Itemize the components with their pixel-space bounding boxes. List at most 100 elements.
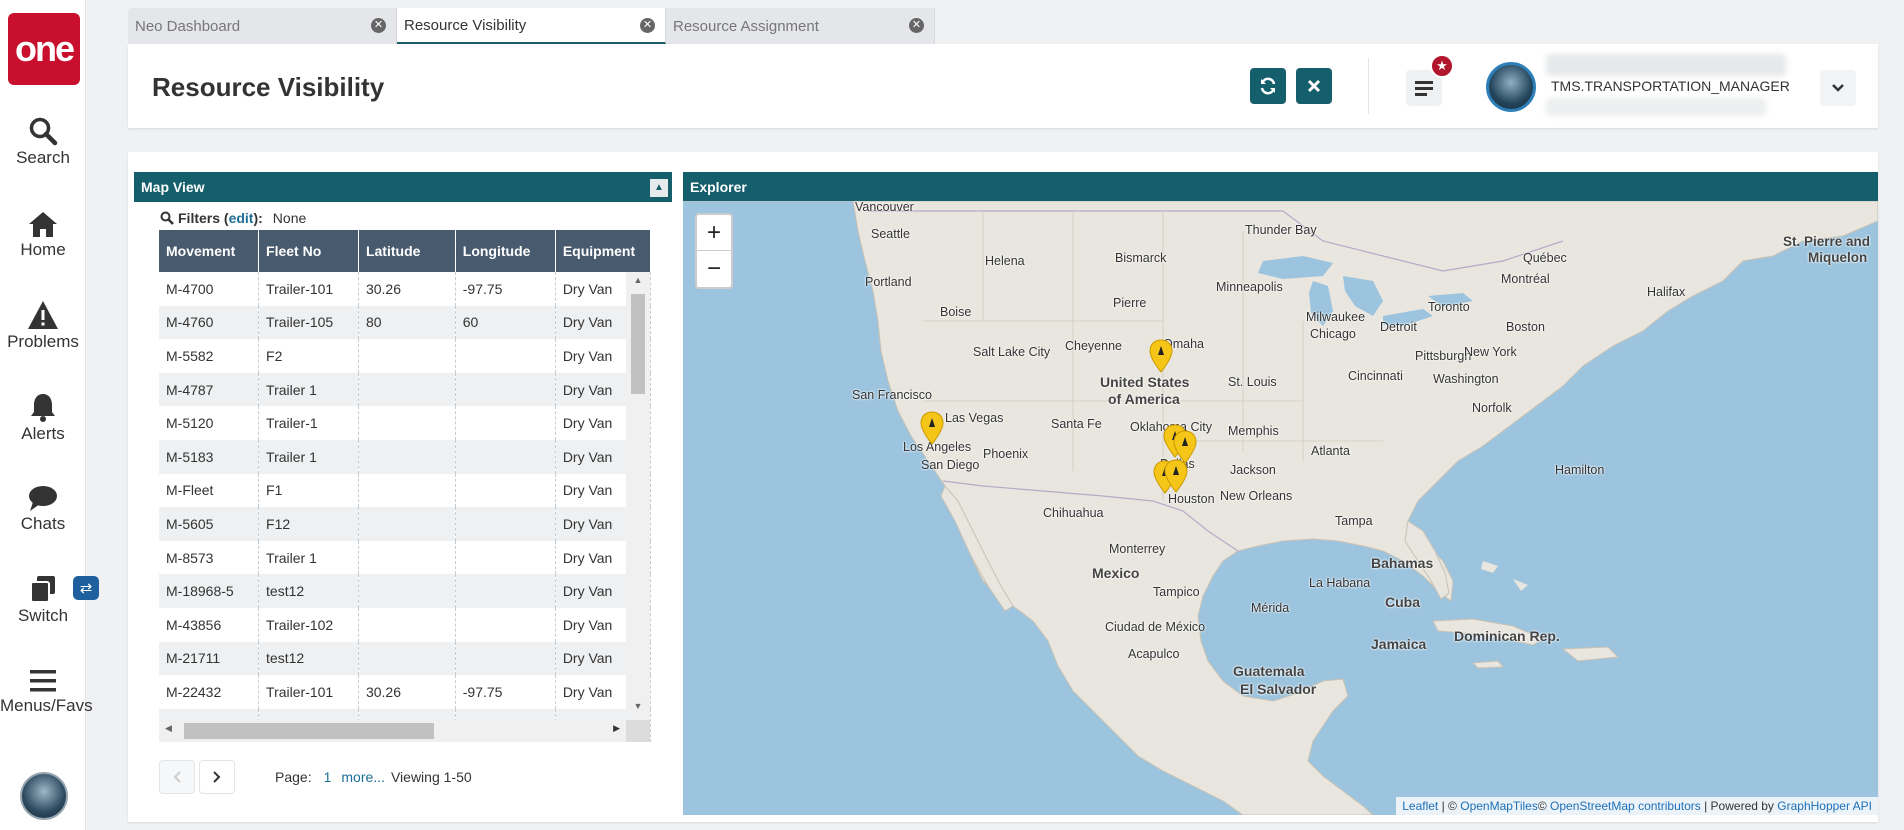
grid-horizontal-scrollbar[interactable]: ◀ ▶ — [159, 720, 626, 742]
nav-home[interactable]: Home — [0, 210, 86, 260]
osm-link[interactable]: OpenStreetMap contributors — [1550, 799, 1701, 813]
table-row[interactable]: M-5605 F12 Dry Van — [159, 507, 651, 541]
map-label: Montréal — [1501, 272, 1550, 286]
map-label: New York — [1464, 345, 1517, 359]
table-row[interactable]: M-4700 Trailer-101 30.26 -97.75 Dry Van — [159, 272, 651, 306]
zoom-out-button[interactable]: − — [697, 251, 731, 287]
column-header[interactable]: Fleet No — [258, 230, 359, 272]
more-pages-link[interactable]: more... — [341, 769, 385, 785]
zoom-in-button[interactable]: + — [697, 215, 731, 251]
map-label: Memphis — [1228, 424, 1279, 438]
nav-search[interactable]: Search — [0, 116, 86, 168]
map-label: Washington — [1433, 372, 1499, 386]
column-header[interactable]: Latitude — [358, 230, 456, 272]
graphhopper-link[interactable]: GraphHopper API — [1777, 799, 1872, 813]
filters-edit-link[interactable]: edit — [229, 210, 254, 226]
page-label: Page: — [275, 769, 312, 785]
next-page-button[interactable] — [199, 760, 235, 794]
map-label: Miquelon — [1808, 250, 1868, 265]
map-label: Cincinnati — [1348, 369, 1403, 383]
user-role: TMS.TRANSPORTATION_MANAGER — [1551, 78, 1790, 94]
table-row[interactable]: M-18968-5 test12 Dry Van — [159, 574, 651, 608]
table-row[interactable]: M-5120 Trailer-1 Dry Van — [159, 406, 651, 440]
openmaptiles-link[interactable]: OpenMapTiles — [1460, 799, 1538, 813]
switch-arrows-icon[interactable]: ⇄ — [73, 576, 99, 600]
table-row[interactable]: M-8573 Trailer 1 Dry Van — [159, 540, 651, 575]
refresh-button[interactable] — [1250, 68, 1286, 104]
close-page-button[interactable] — [1296, 68, 1332, 104]
scroll-thumb[interactable] — [631, 294, 645, 394]
table-cell: F12 — [258, 507, 359, 541]
tab-neo-dashboard[interactable]: Neo Dashboard ✕ — [128, 8, 397, 44]
explorer-title: Explorer — [690, 179, 747, 195]
column-header[interactable]: Equipment — [555, 230, 651, 272]
table-row[interactable]: M-Fleet F1 Dry Van — [159, 473, 651, 508]
map-label: Jackson — [1230, 463, 1276, 477]
map-label: Acapulco — [1128, 647, 1180, 661]
table-cell — [358, 406, 456, 440]
table-cell — [358, 372, 456, 407]
table-cell: test12 — [258, 574, 359, 608]
tab-resource-visibility[interactable]: Resource Visibility ✕ — [397, 8, 666, 44]
explorer-header: Explorer — [683, 172, 1878, 202]
table-row[interactable]: M-4787 Trailer 1 Dry Van — [159, 372, 651, 407]
map-label: Pierre — [1113, 296, 1147, 310]
column-header[interactable]: Longitude — [455, 230, 556, 272]
map-label: Thunder Bay — [1245, 223, 1317, 237]
table-cell — [455, 507, 556, 541]
scroll-up-icon[interactable]: ▲ — [626, 272, 650, 288]
scroll-left-icon[interactable]: ◀ — [165, 723, 172, 734]
nav-problems[interactable]: Problems — [0, 300, 86, 352]
tab-resource-assignment[interactable]: Resource Assignment ✕ — [666, 8, 935, 44]
prev-page-button[interactable] — [159, 760, 195, 794]
map-marker-icon[interactable] — [1164, 459, 1188, 493]
table-cell: 60 — [455, 305, 556, 340]
table-cell: Trailer-101 — [258, 675, 359, 709]
table-row[interactable]: M-4760 Trailer-105 80 60 Dry Van — [159, 305, 651, 340]
explorer-map[interactable]: + − Vancouver Seattle Portland Helena Bo… — [683, 201, 1878, 815]
table-cell — [455, 439, 556, 474]
map-label: Pittsburgh — [1415, 349, 1472, 363]
table-cell: Trailer-101 — [258, 272, 359, 306]
chevron-left-icon — [173, 771, 181, 783]
collapse-icon[interactable]: ▲ — [650, 179, 668, 197]
leaflet-link[interactable]: Leaflet — [1402, 799, 1438, 813]
table-cell: M-43856 — [159, 607, 260, 642]
table-row[interactable]: M-21711 test12 Dry Van — [159, 641, 651, 676]
map-marker-icon[interactable] — [920, 411, 944, 445]
nav-menus-label: Menus/Favs — [0, 696, 93, 715]
nav-menus[interactable]: Menus/Favs — [0, 668, 93, 716]
close-icon[interactable]: ✕ — [640, 18, 655, 33]
map-marker-icon[interactable] — [1149, 339, 1173, 373]
table-cell — [358, 607, 456, 642]
user-org-redacted — [1546, 98, 1766, 116]
table-cell: -97.75 — [455, 272, 556, 306]
scroll-down-icon[interactable]: ▼ — [626, 698, 650, 714]
close-icon[interactable]: ✕ — [909, 18, 924, 33]
nav-avatar[interactable] — [20, 772, 68, 820]
table-cell: F2 — [258, 339, 359, 373]
grid-vertical-scrollbar[interactable]: ▲ ▼ — [626, 272, 650, 714]
table-row[interactable]: M-5582 F2 Dry Van — [159, 339, 651, 373]
page-number[interactable]: 1 — [324, 769, 332, 785]
user-avatar[interactable] — [1486, 62, 1536, 112]
scroll-right-icon[interactable]: ▶ — [613, 723, 620, 734]
close-icon[interactable]: ✕ — [371, 18, 386, 33]
one-logo[interactable]: one — [8, 13, 80, 85]
map-label: Boise — [940, 305, 972, 319]
table-row[interactable]: M-43856 Trailer-102 Dry Van — [159, 607, 651, 642]
table-cell — [358, 473, 456, 508]
map-label: El Salvador — [1240, 681, 1317, 697]
table-row[interactable]: M-22432 Trailer-101 30.26 -97.75 Dry Van — [159, 675, 651, 709]
attr-sep: | © — [1438, 799, 1461, 813]
scroll-thumb[interactable] — [184, 723, 434, 739]
home-icon — [29, 212, 57, 237]
column-header[interactable]: Movement — [159, 230, 260, 272]
table-row[interactable]: M-5183 Trailer 1 Dry Van — [159, 439, 651, 474]
nav-alerts[interactable]: Alerts — [0, 392, 86, 444]
nav-chats[interactable]: Chats — [0, 484, 86, 534]
table-cell: M-22432 — [159, 675, 260, 709]
attr-sep: © — [1537, 799, 1551, 813]
user-menu-button[interactable] — [1820, 70, 1856, 106]
map-label: Hamilton — [1555, 463, 1605, 477]
